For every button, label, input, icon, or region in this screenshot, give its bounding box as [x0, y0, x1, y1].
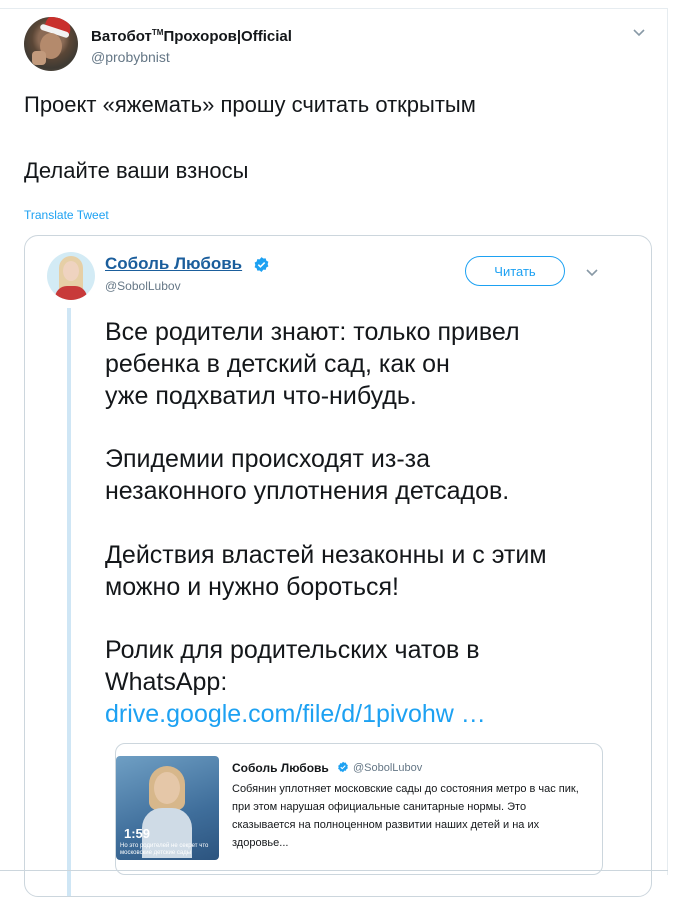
thumbnail-caption: Но это родителей не секрет что московски…: [120, 843, 209, 856]
video-duration: 1:59: [124, 826, 151, 841]
quoted-author-avatar[interactable]: [47, 252, 95, 300]
video-thumbnail[interactable]: 1:59 Но это родителей не секрет что моск…: [116, 756, 219, 860]
author-name-part: Ватобот: [91, 28, 152, 45]
quoted-tweet[interactable]: Соболь Любовь @SobolLubov Читать Все род…: [24, 235, 652, 897]
quoted-text-line: Все родители знают: только привел: [105, 318, 520, 346]
quoted-text-line: WhatsApp:: [105, 668, 228, 696]
quoted-author-name[interactable]: Соболь Любовь: [105, 254, 242, 274]
thread-line: [67, 308, 71, 896]
author-avatar[interactable]: [24, 17, 78, 71]
quoted-text-line: можно и нужно бороться!: [105, 573, 400, 601]
media-card[interactable]: 1:59 Но это родителей не секрет что моск…: [115, 743, 603, 875]
follow-button[interactable]: Читать: [465, 256, 565, 286]
quoted-text-line: ребенка в детский сад, как он: [105, 350, 450, 378]
card-description: Собянин уплотняет московские сады до сос…: [232, 783, 579, 849]
right-border: [667, 8, 668, 875]
trademark-mark: TM: [151, 28, 164, 37]
bottom-divider: [0, 870, 668, 871]
quoted-text-line: Ролик для родительских чатов в: [105, 636, 480, 664]
author-name-suffix: Прохоров|Official: [163, 28, 292, 45]
tweet-text-line: Проект «яжемать» прошу считать открытым: [24, 92, 476, 117]
quoted-text-line: уже подхватил что-нибудь.: [105, 382, 417, 410]
card-author-name: Соболь Любовь: [232, 761, 329, 775]
quoted-text-line: незаконного уплотнения детсадов.: [105, 477, 510, 505]
author-display-name[interactable]: ВатоботTMПрохоров|Official: [91, 28, 292, 45]
tweet-text-line: Делайте ваши взносы: [24, 158, 249, 183]
verified-badge-icon: [254, 257, 269, 272]
translate-tweet-link[interactable]: Translate Tweet: [24, 208, 109, 222]
chevron-down-icon[interactable]: [632, 26, 646, 40]
verified-badge-icon: [338, 761, 348, 773]
chevron-down-icon[interactable]: [585, 266, 599, 280]
top-border: [0, 8, 668, 9]
author-handle[interactable]: @probybnist: [91, 49, 170, 65]
card-author-handle: @SobolLubov: [353, 762, 423, 774]
quoted-text-line: Эпидемии происходят из-за: [105, 445, 431, 473]
drive-link[interactable]: drive.google.com/file/d/1pivohw …: [105, 700, 486, 729]
quoted-text-line: Действия властей незаконны и с этим: [105, 541, 547, 569]
quoted-author-handle[interactable]: @SobolLubov: [105, 279, 181, 293]
